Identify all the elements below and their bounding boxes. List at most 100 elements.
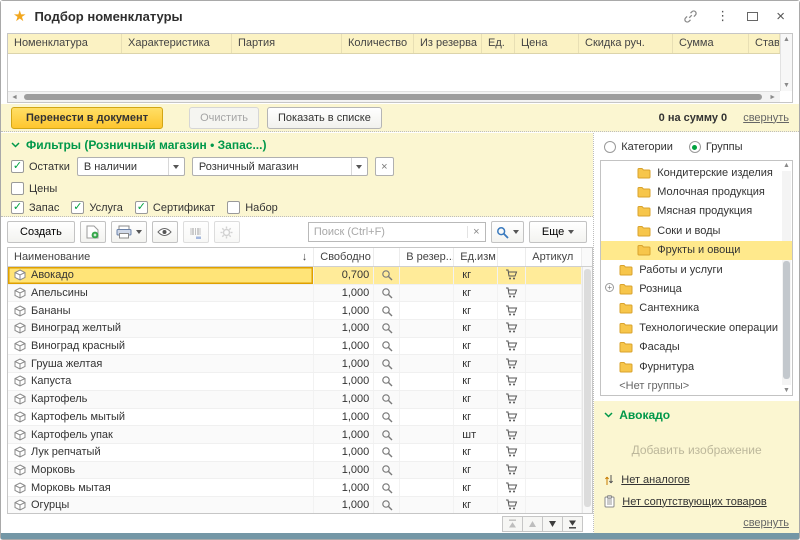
item-name-cell[interactable]: Морковь: [8, 462, 314, 479]
tree-item-10[interactable]: Фурнитура: [601, 357, 792, 376]
tree-item-2[interactable]: Мясная продукция: [601, 202, 792, 221]
table-row[interactable]: Картофель1,000кг: [8, 391, 592, 409]
reserve-lookup-button[interactable]: [374, 373, 400, 390]
type-filter-checkbox-0[interactable]: ✓Запас: [11, 201, 59, 214]
table-row[interactable]: Авокадо0,700кг: [8, 267, 592, 285]
categories-radio[interactable]: Категории: [604, 141, 673, 153]
reserve-lookup-button[interactable]: [374, 497, 400, 513]
column-reserve[interactable]: В резер...: [400, 248, 454, 266]
settings-button[interactable]: [214, 221, 240, 243]
doc-table-vertical-scrollbar[interactable]: ▲▼: [780, 34, 792, 91]
groups-radio[interactable]: Группы: [689, 141, 743, 153]
doc-column-1[interactable]: Характеристика: [122, 34, 232, 53]
type-filter-checkbox-2[interactable]: ✓Сертификат: [135, 201, 215, 214]
add-to-cart-button[interactable]: [498, 391, 526, 408]
tree-item-8[interactable]: Технологические операции: [601, 318, 792, 337]
related-products-link[interactable]: Нет сопутствующих товаров: [604, 495, 767, 508]
reserve-lookup-button[interactable]: [374, 338, 400, 355]
add-to-cart-button[interactable]: [498, 302, 526, 319]
reserve-lookup-button[interactable]: [374, 391, 400, 408]
table-row[interactable]: Виноград желтый1,000кг: [8, 320, 592, 338]
column-lookup[interactable]: [374, 248, 400, 266]
link-icon[interactable]: [683, 9, 698, 24]
item-name-cell[interactable]: Лук репчатый: [8, 444, 314, 461]
column-unit[interactable]: Ед.изм: [454, 248, 498, 266]
table-row[interactable]: Огурцы1,000кг: [8, 497, 592, 513]
doc-column-4[interactable]: Из резерва: [414, 34, 482, 53]
table-row[interactable]: Морковь мытая1,000кг: [8, 479, 592, 497]
search-input[interactable]: [309, 226, 467, 238]
table-row[interactable]: Груша желтая1,000кг: [8, 355, 592, 373]
item-name-cell[interactable]: Капуста: [8, 373, 314, 390]
item-name-cell[interactable]: Виноград желтый: [8, 320, 314, 337]
doc-column-6[interactable]: Цена: [515, 34, 579, 53]
maximize-icon[interactable]: [747, 12, 758, 21]
add-to-cart-button[interactable]: [498, 462, 526, 479]
chevron-down-icon[interactable]: [351, 158, 367, 175]
add-to-cart-button[interactable]: [498, 497, 526, 513]
chevron-down-icon[interactable]: [168, 158, 184, 175]
tree-item-11[interactable]: <Нет группы>: [601, 376, 792, 395]
item-name-cell[interactable]: Огурцы: [8, 497, 314, 513]
doc-column-0[interactable]: Номенклатура: [8, 34, 122, 53]
item-name-cell[interactable]: Картофель мытый: [8, 409, 314, 426]
warehouse-clear-button[interactable]: ×: [375, 157, 394, 176]
filters-header[interactable]: Фильтры (Розничный магазин • Запас...): [11, 138, 583, 152]
table-row[interactable]: Капуста1,000кг: [8, 373, 592, 391]
add-to-cart-button[interactable]: [498, 373, 526, 390]
more-button[interactable]: Еще: [529, 221, 587, 243]
expand-icon[interactable]: +: [605, 283, 614, 292]
tree-item-6[interactable]: +Розница: [601, 279, 792, 298]
search-button[interactable]: [491, 221, 524, 243]
analogs-link[interactable]: Нет аналогов: [604, 474, 767, 486]
scroll-to-top-button[interactable]: [502, 516, 523, 532]
reserve-lookup-button[interactable]: [374, 302, 400, 319]
item-name-cell[interactable]: Бананы: [8, 302, 314, 319]
item-name-cell[interactable]: Морковь мытая: [8, 479, 314, 496]
item-name-cell[interactable]: Виноград красный: [8, 338, 314, 355]
table-row[interactable]: Картофель мытый1,000кг: [8, 409, 592, 427]
reserve-lookup-button[interactable]: [374, 409, 400, 426]
product-panel-header[interactable]: Авокадо: [604, 408, 789, 422]
scroll-up-button[interactable]: [522, 516, 543, 532]
transfer-to-document-button[interactable]: Перенести в документ: [11, 107, 163, 129]
type-filter-checkbox-1[interactable]: ✓Услуга: [71, 201, 123, 214]
add-image-placeholder[interactable]: Добавить изображение: [594, 443, 799, 457]
scroll-down-button[interactable]: [542, 516, 563, 532]
print-button[interactable]: [111, 221, 147, 243]
doc-column-8[interactable]: Сумма: [673, 34, 749, 53]
add-to-cart-button[interactable]: [498, 267, 526, 284]
item-name-cell[interactable]: Груша желтая: [8, 355, 314, 372]
vertical-scroll-thumb[interactable]: [584, 269, 591, 507]
add-to-cart-button[interactable]: [498, 409, 526, 426]
reserve-lookup-button[interactable]: [374, 426, 400, 443]
add-to-cart-button[interactable]: [498, 444, 526, 461]
item-name-cell[interactable]: Апельсины: [8, 285, 314, 302]
item-name-cell[interactable]: Картофель: [8, 391, 314, 408]
column-name[interactable]: Наименование ↓: [8, 248, 314, 266]
stock-filter-checkbox[interactable]: ✓ Остатки: [11, 160, 70, 173]
doc-table-empty-body[interactable]: [8, 54, 792, 91]
tree-item-5[interactable]: Работы и услуги: [601, 260, 792, 279]
table-row[interactable]: Лук репчатый1,000кг: [8, 444, 592, 462]
table-row[interactable]: Апельсины1,000кг: [8, 285, 592, 303]
table-row[interactable]: Виноград красный1,000кг: [8, 338, 592, 356]
prices-filter-checkbox[interactable]: Цены: [11, 182, 57, 195]
add-to-cart-button[interactable]: [498, 285, 526, 302]
close-icon[interactable]: ×: [776, 9, 785, 24]
reserve-lookup-button[interactable]: [374, 267, 400, 284]
favorite-star-icon[interactable]: ★: [13, 7, 26, 25]
tree-item-7[interactable]: Сантехника: [601, 299, 792, 318]
collapse-bottom-link[interactable]: свернуть: [743, 517, 789, 529]
tree-item-1[interactable]: Молочная продукция: [601, 182, 792, 201]
search-clear-icon[interactable]: ×: [467, 226, 485, 238]
doc-column-7[interactable]: Скидка руч.: [579, 34, 673, 53]
add-to-cart-button[interactable]: [498, 426, 526, 443]
column-free[interactable]: Свободно: [314, 248, 374, 266]
view-button[interactable]: [152, 221, 178, 243]
add-to-cart-button[interactable]: [498, 479, 526, 496]
tree-item-9[interactable]: Фасады: [601, 338, 792, 357]
doc-column-3[interactable]: Количество: [342, 34, 414, 53]
reserve-lookup-button[interactable]: [374, 479, 400, 496]
reserve-lookup-button[interactable]: [374, 444, 400, 461]
